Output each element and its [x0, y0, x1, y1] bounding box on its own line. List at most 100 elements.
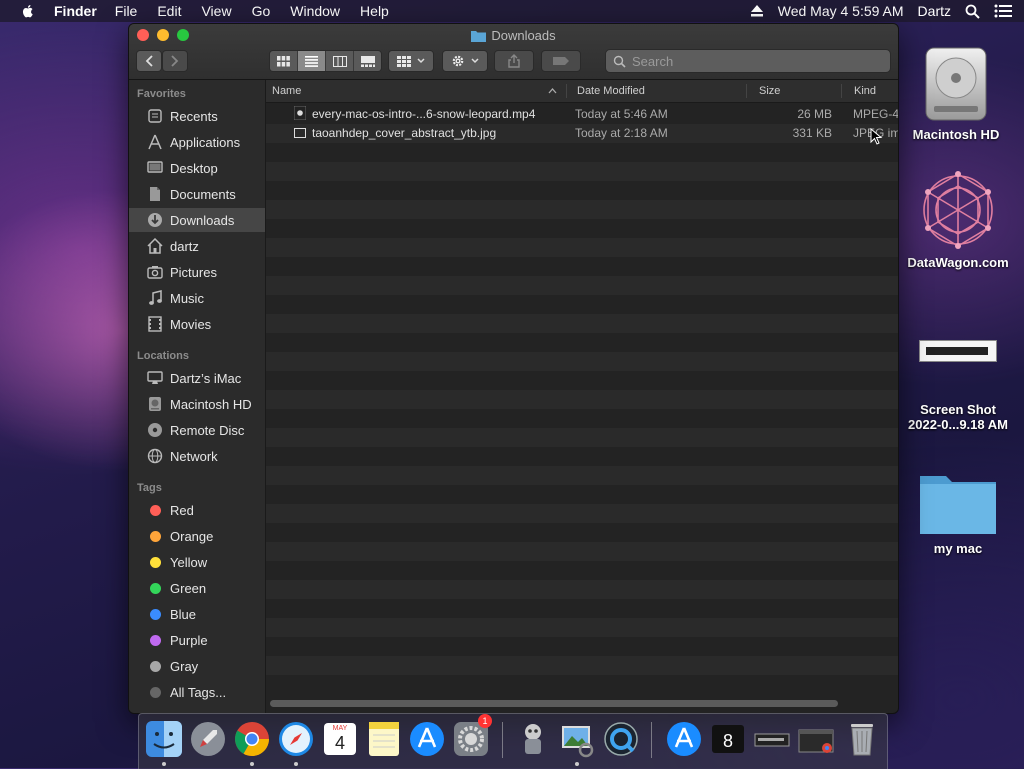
file-kind: MPEG-4 [853, 107, 898, 121]
sidebar-item-label: Applications [170, 134, 241, 150]
dock-calendar[interactable]: MAY 4 [321, 720, 359, 758]
group-by-button[interactable] [388, 50, 434, 72]
sidebar-item-home[interactable]: dartz [129, 234, 265, 258]
sidebar-item-applications[interactable]: Applications [129, 130, 265, 154]
window-title: Downloads [491, 28, 556, 43]
list-row-stripe [266, 504, 898, 523]
menu-clock[interactable]: Wed May 4 5:59 AM [778, 3, 904, 19]
sidebar-item-documents[interactable]: Documents [129, 182, 265, 206]
sidebar-tag-yellow[interactable]: Yellow [129, 550, 265, 574]
sidebar-tag-red[interactable]: Red [129, 498, 265, 522]
sidebar-item-network[interactable]: Network [129, 444, 265, 468]
back-button[interactable] [136, 50, 162, 72]
menu-go[interactable]: Go [252, 3, 271, 19]
list-view-button[interactable] [298, 51, 326, 71]
dock-safari[interactable] [277, 720, 315, 758]
movies-icon [146, 315, 164, 333]
sidebar-item-desktop[interactable]: Desktop [129, 156, 265, 180]
menu-help[interactable]: Help [360, 3, 389, 19]
menu-view[interactable]: View [201, 3, 231, 19]
desktop-icon-datawagon[interactable]: DataWagon.com [900, 168, 1016, 270]
list-row-stripe [266, 523, 898, 542]
dock-finder[interactable] [145, 720, 183, 758]
share-button[interactable] [494, 50, 534, 72]
menu-bar: Finder File Edit View Go Window Help Wed… [0, 0, 1024, 22]
forward-button[interactable] [162, 50, 188, 72]
spotlight-search-icon[interactable] [965, 4, 980, 19]
sidebar-tag-green[interactable]: Green [129, 576, 265, 600]
sidebar-tag-purple[interactable]: Purple [129, 628, 265, 652]
dock-app-store-2[interactable] [665, 720, 703, 758]
sidebar-tag-orange[interactable]: Orange [129, 524, 265, 548]
file-name: taoanhdep_cover_abstract_ytb.jpg [312, 126, 497, 140]
list-row-stripe [266, 390, 898, 409]
list-row-stripe [266, 352, 898, 371]
sidebar-item-recents[interactable]: Recents [129, 104, 265, 128]
list-row-stripe [266, 561, 898, 580]
sidebar-item-pictures[interactable]: Pictures [129, 260, 265, 284]
desktop-icon-label: Screen Shot [920, 402, 996, 417]
sidebar-tag-blue[interactable]: Blue [129, 602, 265, 626]
file-row[interactable]: every-mac-os-intro-...6-snow-leopard.mp4… [266, 105, 898, 124]
desktop-icon-macintosh-hd[interactable]: Macintosh HD [906, 44, 1006, 142]
action-button[interactable] [442, 50, 488, 72]
sidebar-item-imac[interactable]: Dartz’s iMac [129, 366, 265, 390]
column-view-button[interactable] [326, 51, 354, 71]
file-row[interactable]: taoanhdep_cover_abstract_ytb.jpg Today a… [266, 124, 898, 143]
column-header-kind[interactable]: Kind [854, 80, 876, 102]
dock-chrome-window[interactable] [797, 720, 835, 758]
dock-preview[interactable] [558, 720, 596, 758]
sidebar-item-remote-disc[interactable]: Remote Disc [129, 418, 265, 442]
sidebar-item-downloads[interactable]: Downloads [129, 208, 265, 232]
notification-center-icon[interactable] [994, 4, 1012, 18]
sidebar-item-macintosh-hd[interactable]: Macintosh HD [129, 392, 265, 416]
dock-trash[interactable] [843, 720, 881, 758]
search-field[interactable] [605, 49, 891, 73]
list-row-stripe [266, 371, 898, 390]
search-input[interactable] [630, 52, 874, 70]
recents-icon [146, 107, 164, 125]
tag-icon [553, 57, 569, 65]
column-header-name[interactable]: Name [272, 80, 301, 102]
dock-app-store[interactable] [408, 720, 446, 758]
menu-window[interactable]: Window [290, 3, 340, 19]
desktop-icon-my-mac[interactable]: my mac [908, 466, 1008, 556]
sidebar-tag-gray[interactable]: Gray [129, 654, 265, 678]
desktop-icon-screenshot[interactable]: Screen Shot 2022-0...9.18 AM [898, 336, 1018, 432]
home-icon [146, 237, 164, 255]
dock-notes[interactable] [365, 720, 403, 758]
dock-quicktime[interactable] [602, 720, 640, 758]
finder-window: Downloads Search Favorites Recents Appli… [128, 23, 899, 714]
sidebar-all-tags[interactable]: All Tags... [129, 680, 265, 704]
column-header-size[interactable]: Size [759, 80, 780, 102]
dock-screenshot-stack[interactable] [753, 720, 791, 758]
menu-edit[interactable]: Edit [157, 3, 181, 19]
eject-icon[interactable] [750, 5, 764, 17]
gallery-view-button[interactable] [354, 51, 381, 71]
dock-automator[interactable] [514, 720, 552, 758]
edit-tags-button[interactable] [541, 50, 581, 72]
icon-view-button[interactable] [270, 51, 298, 71]
sidebar-item-music[interactable]: Music [129, 286, 265, 310]
dock-system-preferences[interactable]: 1 [452, 714, 492, 758]
column-header-date[interactable]: Date Modified [577, 80, 645, 102]
dock-chrome[interactable] [233, 720, 271, 758]
list-row-stripe [266, 314, 898, 333]
chevron-down-icon [471, 58, 479, 64]
finder-icon [146, 721, 182, 757]
view-mode-selector[interactable] [269, 50, 382, 72]
horizontal-scrollbar[interactable] [270, 700, 838, 707]
apple-menu-icon[interactable] [20, 3, 36, 19]
gear-icon [452, 55, 464, 67]
menu-app-name[interactable]: Finder [54, 3, 97, 19]
list-row-stripe [266, 333, 898, 352]
dock-terminal[interactable]: 8 [709, 720, 747, 758]
menu-file[interactable]: File [115, 3, 138, 19]
desktop-icon [146, 159, 164, 177]
grid-group-icon [397, 55, 411, 67]
desktop-icon-label: Macintosh HD [912, 127, 1000, 142]
documents-icon [146, 185, 164, 203]
menu-user[interactable]: Dartz [918, 3, 951, 19]
sidebar-item-movies[interactable]: Movies [129, 312, 265, 336]
dock-launchpad[interactable] [189, 720, 227, 758]
